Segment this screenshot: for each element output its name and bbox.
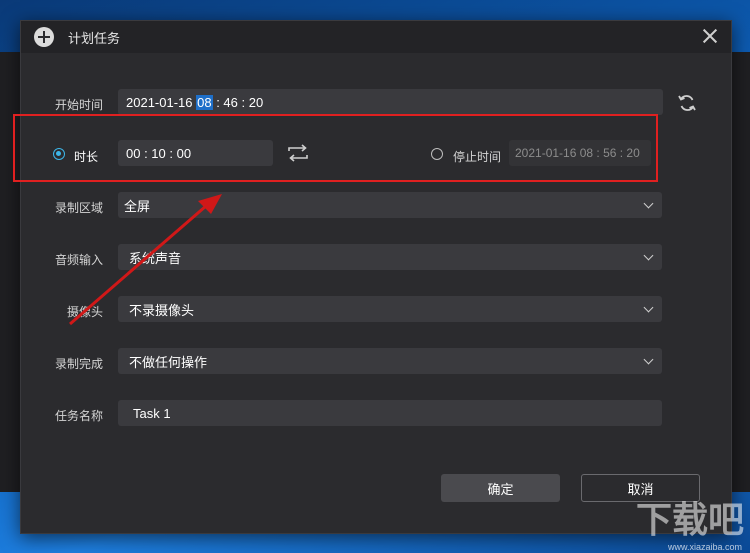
watermark-url: www.xiazaiba.com: [667, 542, 742, 552]
annotation-arrow: [69, 194, 222, 326]
watermark-logo: 下载吧: [635, 500, 744, 541]
